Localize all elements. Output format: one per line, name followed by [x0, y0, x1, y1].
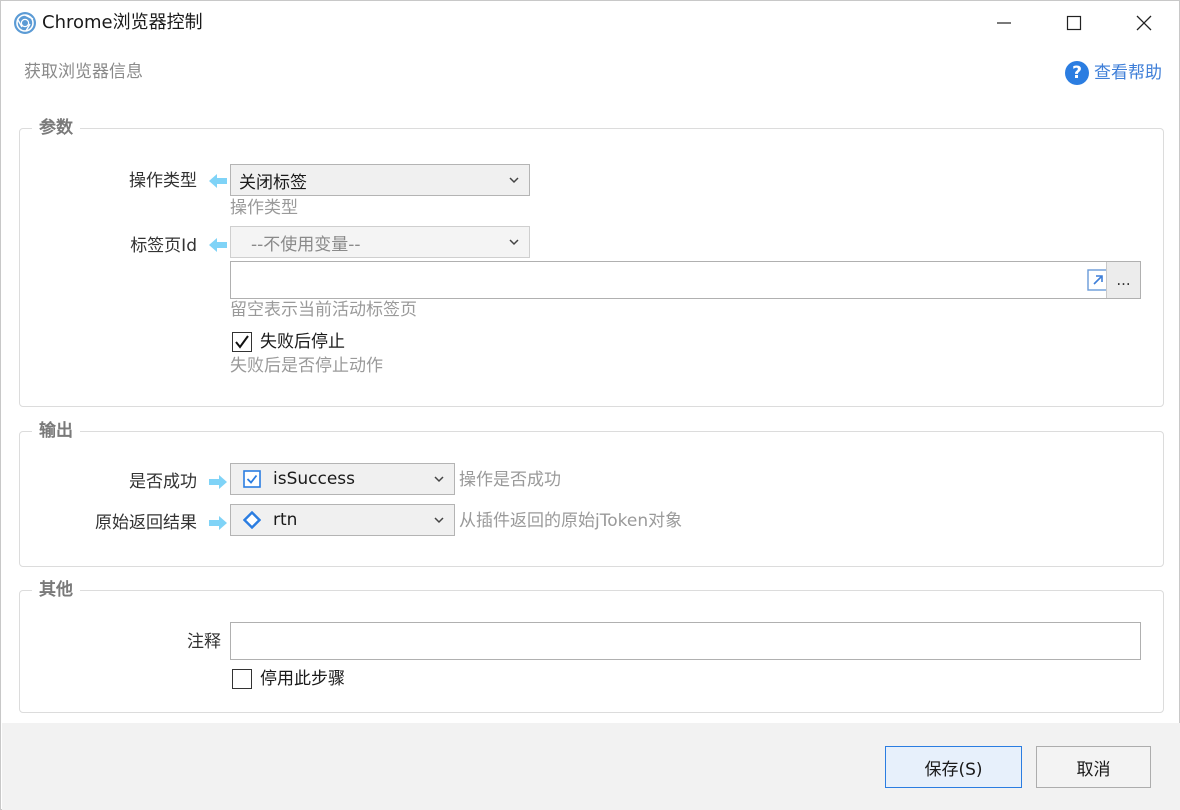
dialog-window: Chrome浏览器控制 获取浏览器信息 ? 查看帮助 参数 操作类型 关闭标签 … [0, 0, 1180, 810]
is-success-select[interactable]: isSuccess [230, 463, 455, 495]
is-success-label: 是否成功 [129, 472, 197, 492]
comment-label: 注释 [187, 632, 221, 652]
output-group-title: 输出 [32, 420, 80, 442]
dialog-subtitle: 获取浏览器信息 [24, 62, 143, 82]
tab-id-label: 标签页Id [130, 236, 197, 256]
tab-id-input[interactable]: ... [230, 261, 1141, 299]
comment-input[interactable] [230, 622, 1141, 660]
save-button[interactable]: 保存(S) [885, 746, 1022, 788]
output-group: 输出 [19, 420, 1164, 567]
diamond-variable-icon [243, 511, 261, 529]
raw-result-value: rtn [273, 510, 298, 530]
output-arrow-icon [209, 516, 227, 530]
is-success-value: isSuccess [273, 469, 356, 489]
minimize-button[interactable] [969, 1, 1039, 45]
disable-step-checkbox[interactable] [232, 669, 252, 689]
chevron-down-icon [509, 239, 519, 246]
raw-result-label: 原始返回结果 [95, 513, 197, 533]
output-arrow-icon [209, 475, 227, 489]
chevron-down-icon [509, 177, 519, 184]
chevron-down-icon [434, 517, 444, 524]
input-arrow-icon [209, 238, 227, 252]
stop-on-fail-checkbox[interactable] [232, 332, 252, 352]
maximize-button[interactable] [1039, 1, 1109, 45]
op-type-hint: 操作类型 [230, 198, 298, 218]
other-group-title: 其他 [32, 579, 80, 601]
help-link[interactable]: ? 查看帮助 [1065, 60, 1162, 86]
tab-id-hint: 留空表示当前活动标签页 [230, 300, 417, 320]
stop-on-fail-label[interactable]: 失败后停止 [260, 330, 345, 354]
more-button[interactable]: ... [1106, 262, 1140, 298]
checkbox-variable-icon [243, 470, 261, 488]
tab-id-variable-select[interactable]: --不使用变量-- [230, 226, 530, 258]
minimize-icon [997, 22, 1011, 24]
op-type-label: 操作类型 [129, 171, 197, 191]
disable-step-label[interactable]: 停用此步骤 [260, 667, 345, 691]
op-type-select[interactable]: 关闭标签 [230, 164, 530, 196]
checkmark-icon [235, 335, 249, 349]
tab-id-variable-placeholder: --不使用变量-- [251, 234, 361, 255]
window-title: Chrome浏览器控制 [42, 12, 203, 33]
close-button[interactable] [1109, 1, 1179, 45]
stop-on-fail-hint: 失败后是否停止动作 [230, 356, 383, 376]
input-arrow-icon [209, 174, 227, 188]
chevron-down-icon [434, 476, 444, 483]
close-icon [1136, 15, 1152, 31]
op-type-value: 关闭标签 [239, 172, 307, 193]
raw-result-select[interactable]: rtn [230, 504, 455, 536]
chrome-icon [14, 12, 36, 34]
cancel-button[interactable]: 取消 [1036, 746, 1151, 788]
params-group-title: 参数 [32, 117, 80, 139]
raw-result-hint: 从插件返回的原始jToken对象 [459, 511, 683, 531]
help-label: 查看帮助 [1094, 63, 1162, 83]
dialog-footer: 保存(S) 取消 [2, 723, 1180, 810]
title-bar: Chrome浏览器控制 [1, 1, 1179, 45]
is-success-hint: 操作是否成功 [459, 470, 561, 490]
maximize-icon [1066, 15, 1082, 31]
question-icon: ? [1065, 61, 1089, 85]
